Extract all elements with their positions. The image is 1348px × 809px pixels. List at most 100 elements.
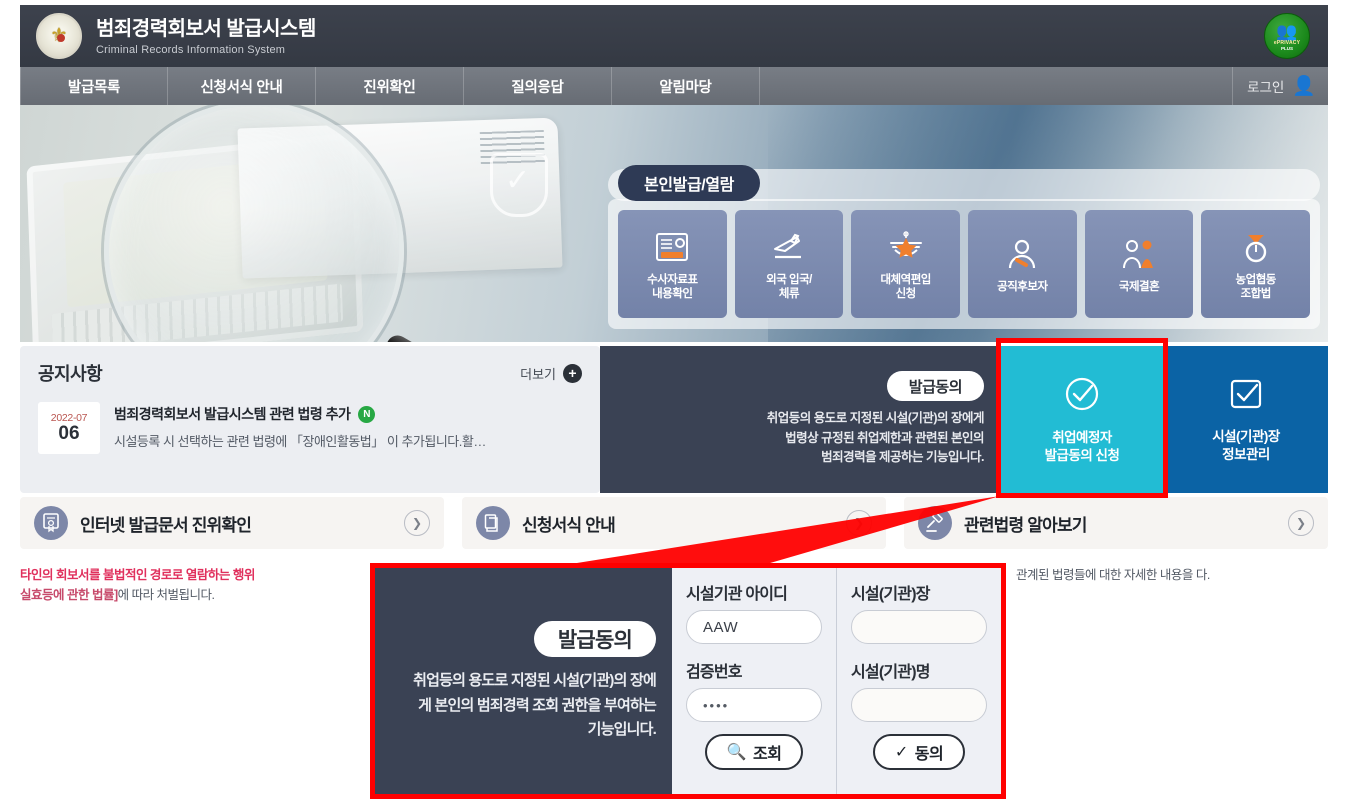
people-glyph-icon: 👥 xyxy=(1276,22,1298,41)
card-body-rest: 에 따라 처벌됩니다. xyxy=(117,588,215,602)
self-issue-panel: 본인발급/열람 수사자료표 내용확인 외국 입국/ 체류 대체역편입 신청 공직… xyxy=(608,165,1320,329)
card-header[interactable]: 인터넷 발급문서 진위확인 ❯ xyxy=(20,497,444,549)
card-title: 인터넷 발급문서 진위확인 xyxy=(80,515,252,535)
facility-head-input[interactable] xyxy=(851,610,987,644)
check-circle-icon xyxy=(1062,374,1102,419)
shield-check-icon xyxy=(490,153,548,217)
tile-label: 취업예정자 발급동의 신청 xyxy=(1044,429,1120,463)
facility-id-input[interactable]: AAW xyxy=(686,610,822,644)
popup-form-right-column: 시설(기관)장 시설(기관)명 ✓ 동의 xyxy=(837,568,1001,794)
police-crest-icon: ⚜ xyxy=(36,13,82,59)
card-warning-text-2: 실효등에 관한 법률] xyxy=(20,588,118,602)
search-button[interactable]: 🔍 조회 xyxy=(704,734,804,770)
popup-search-action: 🔍 조회 xyxy=(686,734,822,770)
chevron-right-icon[interactable]: ❯ xyxy=(846,510,872,536)
page-root: ⚜ 범죄경력회보서 발급시스템 Criminal Records Informa… xyxy=(0,0,1348,809)
card-body-rest: 관계된 법령들에 대한 자세한 내용을 다. xyxy=(1016,568,1210,582)
page-title: 범죄경력회보서 발급시스템 xyxy=(96,17,316,40)
airplane-icon xyxy=(771,227,807,267)
new-badge: N xyxy=(358,405,376,423)
consent-pill-label: 발급동의 xyxy=(886,371,984,402)
site-header: ⚜ 범죄경력회보서 발급시스템 Criminal Records Informa… xyxy=(20,5,1328,67)
certificate-icon xyxy=(34,506,68,540)
facility-name-label: 시설(기관)명 xyxy=(851,664,930,681)
login-label: 로그인 xyxy=(1247,80,1285,95)
document-icon xyxy=(476,506,510,540)
nav-item-issue-list[interactable]: 발급목록 xyxy=(20,67,168,105)
card-title: 관련법령 알아보기 xyxy=(964,515,1087,535)
service-alternative-service[interactable]: 대체역편입 신청 xyxy=(851,210,961,318)
popup-desc-line2: 게 본인의 범죄경력 조회 권한을 부여하는 xyxy=(418,696,657,714)
service-label: 수사자료표 내용확인 xyxy=(647,273,698,300)
service-international-marriage[interactable]: 국제결혼 xyxy=(1084,210,1194,318)
service-agriculture-coop[interactable]: 농업협동 조합법 xyxy=(1201,210,1311,318)
consent-desc-line1: 취업등의 용도로 지정된 시설(기관)의 장에게 xyxy=(766,411,985,426)
notice-date: 2022-07 06 xyxy=(38,402,100,454)
main-navigation: 발급목록 신청서식 안내 진위확인 질의응답 알림마당 로그인 👤 xyxy=(20,67,1328,105)
tile-applicant-consent[interactable]: 취업예정자 발급동의 신청 xyxy=(1000,346,1164,493)
service-shortcut-group: 수사자료표 내용확인 외국 입국/체류 대체역편입 신청 공직후보자 국제결혼 … xyxy=(608,199,1320,329)
verify-code-input[interactable]: •••• xyxy=(686,688,822,722)
investigation-record-icon xyxy=(655,227,689,267)
agriculture-coop-icon xyxy=(1239,227,1273,267)
service-foreign-entry[interactable]: 외국 입국/체류 xyxy=(734,210,844,318)
service-label: 외국 입국/체류 xyxy=(766,273,812,300)
chevron-right-icon[interactable]: ❯ xyxy=(404,510,430,536)
consent-description-panel: 발급동의 취업등의 용도로 지정된 시설(기관)의 장에게 법령상 규정된 취업… xyxy=(600,346,1000,493)
popup-desc-line3: 기능입니다. xyxy=(587,721,657,739)
consent-desc-line2: 법령상 규정된 취업제한과 관련된 본인의 xyxy=(785,430,984,445)
agree-button-label: 동의 xyxy=(914,746,944,763)
popup-pill-label: 발급동의 xyxy=(533,620,656,657)
notice-text: 범죄경력회보서 발급시스템 관련 법령 추가 N 시설등록 시 선택하는 관련 … xyxy=(114,402,486,454)
service-public-candidate[interactable]: 공직후보자 xyxy=(968,210,1077,318)
notice-section: 공지사항 더보기 + 2022-07 06 범죄경력회보서 발급시스템 관련 법… xyxy=(20,346,600,493)
notice-body: 시설등록 시 선택하는 관련 법령에 「장애인활동법」 이 추가됩니다.활… xyxy=(114,434,486,449)
popup-form-left-column: 시설기관 아이디 AAW 검증번호 •••• 🔍 조회 xyxy=(672,568,837,794)
service-label: 농업협동 조합법 xyxy=(1235,273,1277,300)
login-button[interactable]: 로그인 👤 xyxy=(1232,67,1328,105)
card-title: 신청서식 안내 xyxy=(522,515,616,535)
facility-name-input[interactable] xyxy=(851,688,987,722)
service-label: 공직후보자 xyxy=(997,280,1048,293)
notice-header: 공지사항 더보기 + xyxy=(38,360,582,386)
service-investigation-record[interactable]: 수사자료표 내용확인 xyxy=(618,210,727,318)
card-header[interactable]: 관련법령 알아보기 ❯ xyxy=(904,497,1328,549)
notice-date-day: 06 xyxy=(58,422,80,444)
card-header[interactable]: 신청서식 안내 ❯ xyxy=(462,497,886,549)
popup-desc-line1: 취업등의 용도로 지정된 시설(기관)의 장에 xyxy=(413,671,657,689)
search-icon: 🔍 xyxy=(726,744,747,761)
popup-form-panel: 시설기관 아이디 AAW 검증번호 •••• 🔍 조회 시설(기관)장 시설(기… xyxy=(672,568,1001,794)
hero-banner: 본인발급/열람 수사자료표내용확인 xyxy=(20,105,1328,342)
tile-label: 시설(기관)장 정보관리 xyxy=(1212,428,1280,462)
notice-subject[interactable]: 범죄경력회보서 발급시스템 관련 법령 추가 xyxy=(114,404,351,424)
nav-item-form-guide[interactable]: 신청서식 안내 xyxy=(168,67,316,105)
notice-list-item[interactable]: 2022-07 06 범죄경력회보서 발급시스템 관련 법령 추가 N 시설등록… xyxy=(38,402,582,454)
popup-agree-action: ✓ 동의 xyxy=(851,734,987,770)
consent-desc-line3: 범죄경력을 제공하는 기능입니다. xyxy=(821,450,984,465)
couple-icon xyxy=(1121,234,1157,274)
popup-description-panel: 발급동의 취업등의 용도로 지정된 시설(기관)의 장에 게 본인의 범죄경력 … xyxy=(375,568,672,794)
nav-item-verification[interactable]: 진위확인 xyxy=(316,67,464,105)
magnifier-handle xyxy=(382,331,498,342)
service-label: 국제결혼 xyxy=(1118,280,1160,293)
verify-code-label: 검증번호 xyxy=(686,664,742,681)
magnified-consent-popup: 발급동의 취업등의 용도로 지정된 시설(기관)의 장에 게 본인의 범죄경력 … xyxy=(370,563,1006,799)
eprivacy-plus-badge[interactable]: 👥 ePRIVACY PLUS xyxy=(1264,13,1310,59)
check-icon: ✓ xyxy=(894,744,908,761)
chevron-right-icon[interactable]: ❯ xyxy=(1288,510,1314,536)
nav-item-qna[interactable]: 질의응답 xyxy=(464,67,612,105)
facility-head-label: 시설(기관)장 xyxy=(851,586,930,603)
user-icon: 👤 xyxy=(1292,75,1316,97)
notice-more-button[interactable]: 더보기 + xyxy=(520,363,582,383)
agree-button[interactable]: ✓ 동의 xyxy=(872,734,966,770)
eprivacy-badge-line2: PLUS xyxy=(1280,46,1293,51)
gavel-icon xyxy=(918,506,952,540)
site-title-group: 범죄경력회보서 발급시스템 Criminal Records Informati… xyxy=(96,17,316,56)
person-icon xyxy=(1006,234,1038,274)
self-issue-tab[interactable]: 본인발급/열람 xyxy=(618,165,760,201)
tile-facility-info[interactable]: 시설(기관)장 정보관리 xyxy=(1164,346,1328,493)
nav-item-notice-board[interactable]: 알림마당 xyxy=(612,67,760,105)
military-star-icon xyxy=(887,227,925,267)
plus-icon: + xyxy=(563,363,582,383)
